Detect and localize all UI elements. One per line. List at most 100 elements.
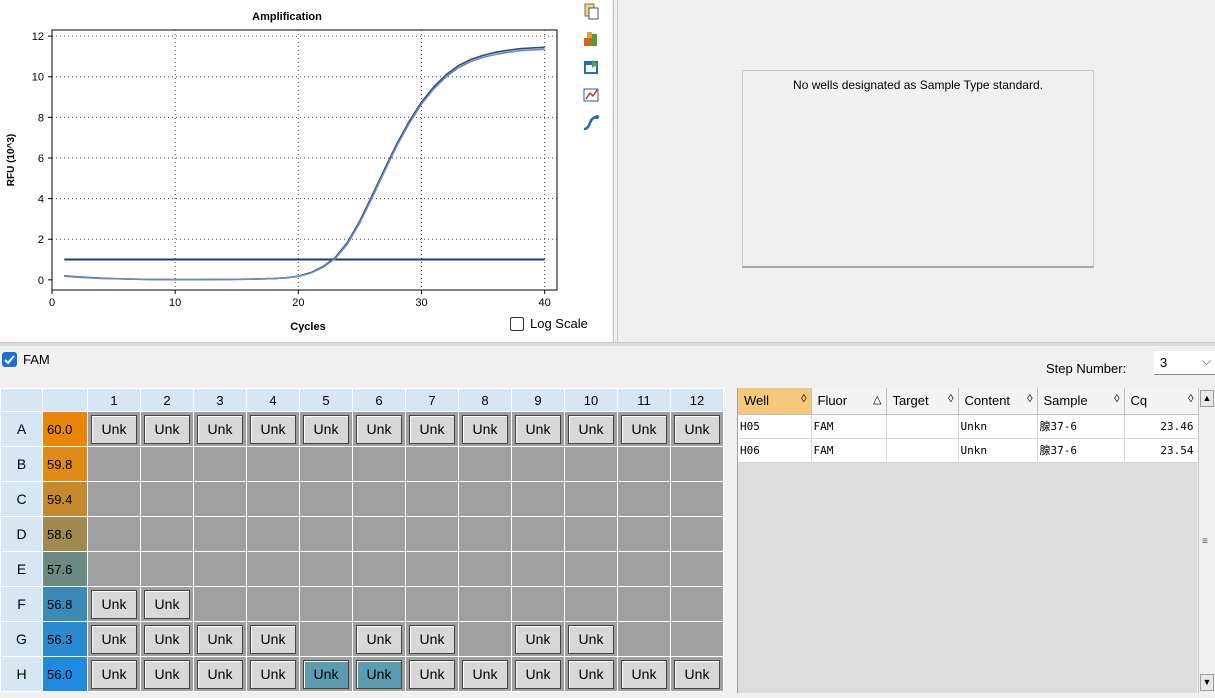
plate-well[interactable]: Unk xyxy=(564,411,618,447)
well-content-label[interactable]: Unk xyxy=(356,414,402,444)
plate-well[interactable]: Unk xyxy=(405,411,459,447)
plate-well[interactable]: Unk xyxy=(87,621,141,657)
well-content-label[interactable]: Unk xyxy=(409,414,455,444)
scroll-grip-icon[interactable]: ≡ xyxy=(1202,536,1208,547)
well-content-label[interactable]: Unk xyxy=(356,659,402,689)
plate-well[interactable] xyxy=(352,481,406,517)
well-content-label[interactable]: Unk xyxy=(91,624,137,654)
well-content-label[interactable]: Unk xyxy=(197,624,243,654)
plate-row-header[interactable]: F xyxy=(0,586,43,622)
plate-well[interactable]: Unk xyxy=(405,656,459,692)
well-content-label[interactable]: Unk xyxy=(144,659,190,689)
plate-well[interactable]: Unk xyxy=(511,411,565,447)
log-scale-toggle[interactable]: Log Scale xyxy=(510,316,588,331)
well-content-label[interactable]: Unk xyxy=(303,659,349,689)
plate-well[interactable]: Unk xyxy=(193,621,247,657)
plate-well[interactable]: Unk xyxy=(87,586,141,622)
plate-well[interactable]: Unk xyxy=(458,656,512,692)
well-content-label[interactable]: Unk xyxy=(515,624,561,654)
well-content-label[interactable]: Unk xyxy=(409,624,455,654)
horizontal-splitter[interactable] xyxy=(0,342,1215,346)
plate-well[interactable]: Unk xyxy=(511,656,565,692)
plate-well[interactable]: Unk xyxy=(352,656,406,692)
analysis-icon[interactable] xyxy=(580,112,602,134)
plate-well[interactable] xyxy=(352,551,406,587)
plate-well[interactable]: Unk xyxy=(193,656,247,692)
plate-well[interactable] xyxy=(670,446,724,482)
plate-well[interactable]: Unk xyxy=(405,621,459,657)
well-content-label[interactable]: Unk xyxy=(197,414,243,444)
plate-column-header[interactable]: 2 xyxy=(140,388,194,412)
plate-well[interactable]: Unk xyxy=(352,621,406,657)
sort-icon[interactable]: ◊ xyxy=(1027,393,1032,405)
plate-well[interactable]: Unk xyxy=(617,411,671,447)
plate-well[interactable] xyxy=(140,551,194,587)
plate-well[interactable] xyxy=(670,621,724,657)
plate-well[interactable] xyxy=(511,446,565,482)
plate-well[interactable]: Unk xyxy=(670,411,724,447)
scroll-down-icon[interactable]: ▼ xyxy=(1200,674,1214,691)
well-content-label[interactable]: Unk xyxy=(674,659,720,689)
plate-well[interactable] xyxy=(193,586,247,622)
plate-well[interactable] xyxy=(458,516,512,552)
plate-well[interactable] xyxy=(87,446,141,482)
plate-column-header[interactable]: 8 xyxy=(458,388,512,412)
plate-well[interactable] xyxy=(246,516,300,552)
save-image-icon[interactable] xyxy=(580,56,602,78)
table-row[interactable]: H06 FAM Unkn 腺37-6 23.54 xyxy=(738,438,1199,463)
plate-well[interactable]: Unk xyxy=(246,621,300,657)
plate-well[interactable] xyxy=(670,516,724,552)
plate-well[interactable]: Unk xyxy=(140,586,194,622)
well-content-label[interactable]: Unk xyxy=(144,624,190,654)
plate-well[interactable] xyxy=(140,516,194,552)
plate-well[interactable]: Unk xyxy=(140,621,194,657)
well-content-label[interactable]: Unk xyxy=(250,659,296,689)
plate-well[interactable]: Unk xyxy=(299,656,353,692)
well-content-label[interactable]: Unk xyxy=(91,589,137,619)
well-content-label[interactable]: Unk xyxy=(303,414,349,444)
plate-well[interactable] xyxy=(193,446,247,482)
plate-well[interactable] xyxy=(405,516,459,552)
chart-settings-icon[interactable] xyxy=(580,84,602,106)
plate-well[interactable] xyxy=(458,621,512,657)
plate-row-header[interactable]: H xyxy=(0,656,43,692)
well-content-label[interactable]: Unk xyxy=(409,659,455,689)
well-table-header-cq[interactable]: Cq ◊ xyxy=(1124,388,1199,415)
plate-row-header[interactable]: B xyxy=(0,446,43,482)
plate-well[interactable] xyxy=(564,481,618,517)
plate-well[interactable] xyxy=(458,586,512,622)
vertical-splitter[interactable] xyxy=(613,0,618,342)
well-content-label[interactable]: Unk xyxy=(568,624,614,654)
plate-well[interactable] xyxy=(299,516,353,552)
plate-column-header[interactable]: 7 xyxy=(405,388,459,412)
plate-well[interactable] xyxy=(511,481,565,517)
plate-well[interactable]: Unk xyxy=(140,656,194,692)
plate-well[interactable] xyxy=(87,551,141,587)
well-table-scrollbar[interactable]: ▲ ≡ ▼ xyxy=(1198,388,1215,693)
plate-well[interactable] xyxy=(511,516,565,552)
plate-well[interactable] xyxy=(352,516,406,552)
plate-well[interactable] xyxy=(246,551,300,587)
plate-row-header[interactable]: D xyxy=(0,516,43,552)
plate-column-header[interactable]: 10 xyxy=(564,388,618,412)
plate-well[interactable] xyxy=(352,586,406,622)
scroll-up-icon[interactable]: ▲ xyxy=(1200,390,1214,407)
plate-well[interactable] xyxy=(246,586,300,622)
plate-well[interactable] xyxy=(352,446,406,482)
plate-well[interactable] xyxy=(140,481,194,517)
plate-well[interactable] xyxy=(617,586,671,622)
well-content-label[interactable]: Unk xyxy=(462,659,508,689)
amplification-chart[interactable]: Amplification Cycles RFU (10^3) 0 10 20 30 4… xyxy=(0,0,575,342)
plate-well[interactable]: Unk xyxy=(87,656,141,692)
plate-well[interactable]: Unk xyxy=(87,411,141,447)
plate-well[interactable] xyxy=(299,446,353,482)
plate-well[interactable] xyxy=(564,446,618,482)
sort-icon[interactable]: ◊ xyxy=(1188,393,1193,405)
plate-row-header[interactable]: E xyxy=(0,551,43,587)
plate-column-header[interactable]: 1 xyxy=(87,388,141,412)
plate-well[interactable]: Unk xyxy=(511,621,565,657)
plate-column-header[interactable]: 3 xyxy=(193,388,247,412)
fam-checkbox[interactable] xyxy=(2,352,17,367)
plate-well[interactable] xyxy=(405,551,459,587)
plate-well[interactable] xyxy=(617,516,671,552)
